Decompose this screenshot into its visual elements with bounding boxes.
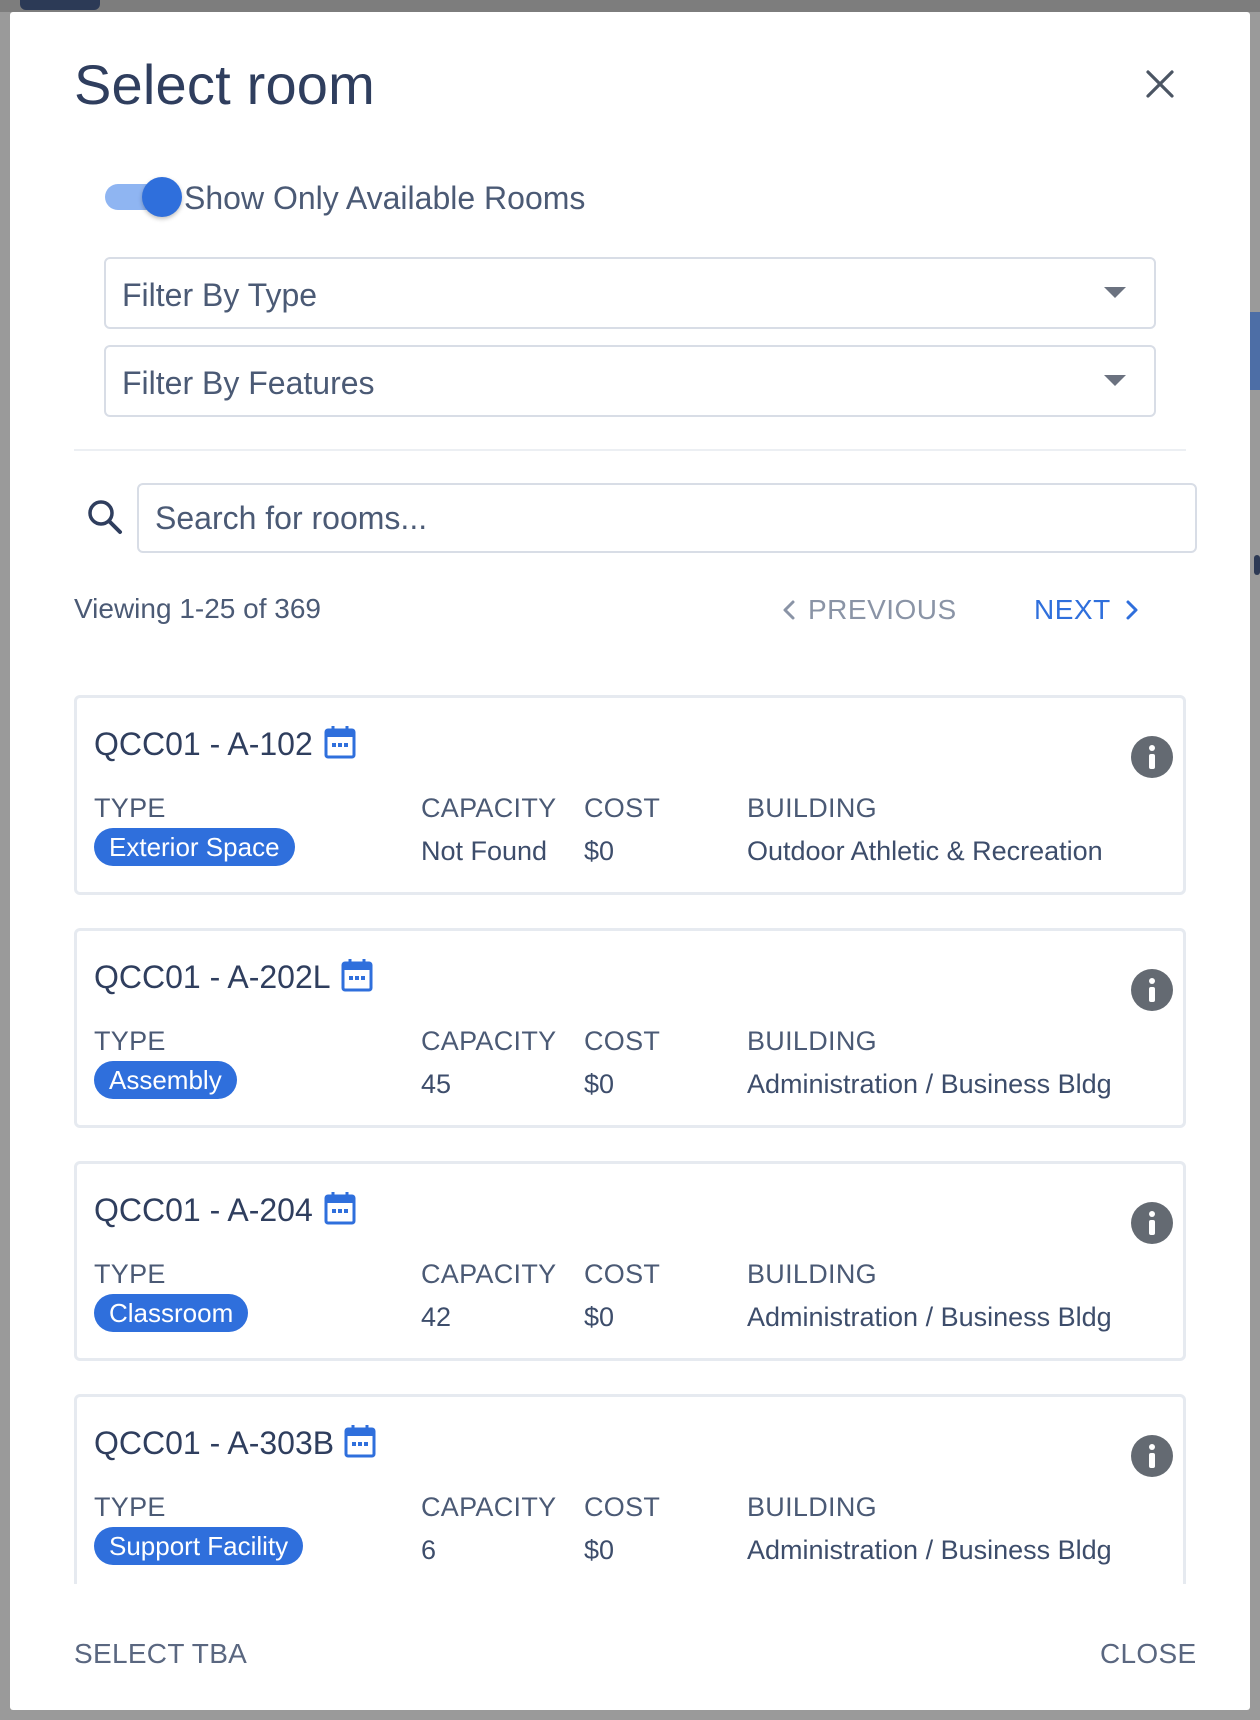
search-input[interactable] (137, 483, 1197, 553)
cost-label: COST (584, 1492, 661, 1522)
building-value: Administration / Business Bldg (747, 1535, 1112, 1565)
room-name: QCC01 - A-204 (94, 1192, 313, 1228)
building-value: Administration / Business Bldg (747, 1302, 1112, 1332)
cost-value: $0 (584, 1069, 615, 1099)
filter-by-features-placeholder: Filter By Features (122, 365, 375, 401)
chevron-left-icon (783, 600, 795, 620)
close-button[interactable]: CLOSE (1100, 1638, 1196, 1670)
chevron-down-icon (1104, 375, 1126, 386)
available-rooms-label: Show Only Available Rooms (184, 180, 586, 216)
type-label: TYPE (94, 793, 166, 823)
building-label: BUILDING (747, 793, 877, 823)
capacity-value: 45 (421, 1069, 452, 1099)
type-label: TYPE (94, 1492, 166, 1522)
previous-button[interactable]: PREVIOUS (780, 592, 957, 628)
cost-value: $0 (584, 836, 615, 866)
divider (74, 449, 1186, 451)
select-tba-button[interactable]: SELECT TBA (74, 1638, 247, 1670)
info-icon[interactable] (1131, 1435, 1173, 1477)
info-icon[interactable] (1131, 736, 1173, 778)
calendar-icon[interactable] (340, 957, 374, 993)
capacity-label: CAPACITY (421, 1259, 557, 1289)
info-icon[interactable] (1131, 969, 1173, 1011)
previous-label: PREVIOUS (808, 594, 957, 625)
calendar-icon[interactable] (323, 724, 357, 760)
chevron-right-icon (1126, 600, 1138, 620)
room-card[interactable]: QCC01 - A-102 TYPE CAPACITY COST BUILDIN… (74, 695, 1186, 895)
room-type-badge: Classroom (94, 1294, 249, 1332)
building-label: BUILDING (747, 1492, 877, 1522)
close-icon[interactable] (1140, 64, 1180, 104)
backdrop-mark (1254, 555, 1260, 575)
room-list[interactable]: QCC01 - A-102 TYPE CAPACITY COST BUILDIN… (74, 682, 1194, 1584)
calendar-icon[interactable] (343, 1423, 377, 1459)
select-room-modal: Select room Show Only Available Rooms Fi… (10, 12, 1250, 1710)
capacity-label: CAPACITY (421, 1026, 557, 1056)
backdrop-side-button (1250, 312, 1260, 390)
backdrop-logo (20, 0, 100, 10)
filter-by-type-select[interactable]: Filter By Type (104, 257, 1156, 329)
room-card[interactable]: QCC01 - A-303B TYPE CAPACITY COST BUILDI… (74, 1394, 1186, 1584)
backdrop-header (0, 0, 1260, 12)
room-type-badge: Support Facility (94, 1527, 304, 1565)
chevron-down-icon (1104, 287, 1126, 298)
capacity-label: CAPACITY (421, 1492, 557, 1522)
cost-label: COST (584, 1259, 661, 1289)
type-label: TYPE (94, 1026, 166, 1056)
room-name: QCC01 - A-202L (94, 959, 331, 995)
building-value: Outdoor Athletic & Recreation (747, 836, 1103, 866)
building-label: BUILDING (747, 1026, 877, 1056)
filter-by-type-placeholder: Filter By Type (122, 277, 318, 313)
capacity-value: Not Found (421, 836, 548, 866)
info-icon[interactable] (1131, 1202, 1173, 1244)
capacity-value: 42 (421, 1302, 452, 1332)
cost-label: COST (584, 1026, 661, 1056)
type-label: TYPE (94, 1259, 166, 1289)
room-name: QCC01 - A-303B (94, 1425, 335, 1461)
viewing-count: Viewing 1-25 of 369 (74, 593, 321, 624)
search-icon (86, 498, 126, 538)
capacity-label: CAPACITY (421, 793, 557, 823)
room-card[interactable]: QCC01 - A-204 TYPE CAPACITY COST BUILDIN… (74, 1161, 1186, 1361)
next-label: NEXT (1034, 594, 1111, 625)
capacity-value: 6 (421, 1535, 437, 1565)
toggle-knob (142, 177, 182, 217)
cost-value: $0 (584, 1535, 615, 1565)
available-rooms-toggle[interactable] (105, 170, 183, 218)
room-type-badge: Assembly (94, 1061, 237, 1099)
filter-by-features-select[interactable]: Filter By Features (104, 345, 1156, 417)
room-type-badge: Exterior Space (94, 828, 295, 866)
cost-value: $0 (584, 1302, 615, 1332)
building-value: Administration / Business Bldg (747, 1069, 1112, 1099)
cost-label: COST (584, 793, 661, 823)
room-card[interactable]: QCC01 - A-202L TYPE CAPACITY COST BUILDI… (74, 928, 1186, 1128)
building-label: BUILDING (747, 1259, 877, 1289)
calendar-icon[interactable] (323, 1190, 357, 1226)
room-name: QCC01 - A-102 (94, 726, 313, 762)
modal-title: Select room (74, 53, 375, 116)
next-button[interactable]: NEXT (1034, 592, 1141, 628)
